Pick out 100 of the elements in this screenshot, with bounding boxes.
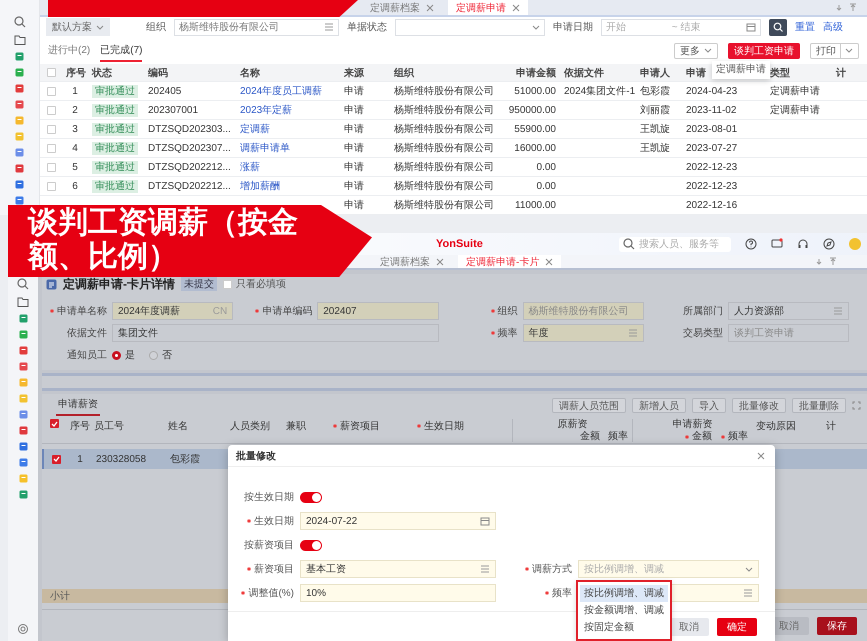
table-cell-text: DTZSQD202212... — [147, 180, 232, 192]
field-label: 依据文件 — [66, 326, 108, 340]
table-cell-text: 2024-04-23 — [685, 86, 738, 96]
status-badge: 审批通过 — [92, 161, 138, 174]
table-cell-text: 6 — [71, 180, 79, 192]
table-cell-text: 杨斯维特股份有限公司 — [393, 122, 494, 136]
table-cell-text: 51000.00 — [513, 86, 557, 96]
table-cell-text: 5 — [71, 162, 79, 172]
table-cell-text: 2022-12-23 — [685, 180, 738, 192]
table-cell-text: 定调薪申请 — [769, 104, 821, 117]
table-cell-text: 申请 — [343, 142, 365, 155]
table-cell-text: 杨斯维特股份有限公司 — [393, 104, 494, 117]
table-cell-text: 刘丽霞 — [639, 104, 671, 117]
field-label: 按生效日期 — [243, 490, 295, 504]
column-header: 计 — [826, 420, 836, 433]
field-label: 申请单编码 — [247, 304, 318, 318]
column-header: 序号 — [66, 68, 86, 78]
table-cell-text: 2023-08-01 — [685, 124, 738, 134]
logo: YonSuite — [436, 238, 483, 250]
table-cell-text: 11000.00 — [514, 200, 557, 210]
column-header: 来源 — [344, 68, 364, 78]
column-header: 编码 — [148, 68, 168, 78]
table-cell-text: DTZSQD202303... — [147, 124, 232, 134]
status-badge: 审批通过 — [92, 123, 138, 136]
table-cell-text: 2 — [71, 104, 79, 116]
field-label: 单据状态 — [347, 20, 387, 34]
status-badge: 审批通过 — [92, 180, 138, 193]
table-cell: 1 — [77, 454, 83, 464]
table-cell-text: 1 — [71, 86, 79, 96]
table-cell-text: 王凯旋 — [639, 122, 671, 136]
field-label: 按薪资项目 — [243, 538, 295, 552]
column-header: 申请金额 — [516, 68, 556, 78]
table-cell-text: 申请 — [343, 198, 365, 212]
table-cell-text: 55900.00 — [513, 124, 557, 134]
table-cell-text: 申请 — [343, 122, 365, 136]
table-cell-text: 王凯旋 — [639, 142, 671, 155]
table-cell-text: 3 — [71, 124, 79, 134]
table-cell-text: 0.00 — [536, 162, 557, 172]
table-cell-text: 2022-12-23 — [685, 162, 738, 172]
column-header: 依据文件 — [564, 68, 604, 78]
column-header: 频率 — [720, 431, 748, 442]
column-header: 申请人 — [640, 68, 670, 78]
table-cell-text: 202307001 — [147, 104, 200, 116]
table-cell-text: 0.00 — [536, 180, 557, 192]
column-header: 金额 — [580, 431, 600, 442]
table-cell-text: 2024集团文件-1 — [563, 84, 636, 98]
table-cell-text: 申请 — [343, 104, 365, 117]
column-header: 变动原因 — [756, 420, 796, 433]
status-badge: 审批通过 — [92, 85, 138, 98]
field-label: 薪资项目 — [228, 562, 300, 576]
column-header: 薪资项目 — [332, 419, 380, 433]
table-cell-text: 4 — [71, 142, 79, 154]
table-cell: 230328058 — [96, 454, 146, 464]
status-badge: 审批通过 — [92, 142, 138, 155]
banner-title: 谈判工资调薪（按金额、比例） — [28, 206, 299, 274]
table-cell-text: 950000.00 — [508, 104, 557, 116]
field-label: 生效日期 — [228, 514, 300, 528]
field-label: 组织 — [146, 21, 166, 34]
field-label: 频率 — [452, 326, 522, 340]
column-header: 频率 — [608, 431, 628, 442]
field-label: 调整值(%) — [228, 586, 300, 600]
table-cell-text: 申请 — [343, 160, 365, 174]
column-header: 组织 — [394, 68, 414, 78]
field-label: 组织 — [452, 304, 522, 318]
field-label: 所属部门 — [682, 304, 724, 318]
column-header: 生效日期 — [416, 419, 464, 433]
column-header: 状态 — [92, 68, 112, 78]
field-label: 申请单名称 — [42, 304, 112, 318]
page-title: 定调薪申请-卡片详情 — [63, 276, 175, 292]
column-header: 原薪资 — [558, 419, 588, 431]
column-header: 名称 — [240, 68, 260, 78]
table-cell-text: DTZSQD202212... — [147, 162, 232, 172]
field-label: 通知员工 — [66, 348, 108, 362]
field-label: 频率 — [496, 586, 578, 600]
column-header: 员工号 — [94, 420, 124, 433]
column-header: 人员类别 — [230, 420, 270, 433]
table-cell-text: 杨斯维特股份有限公司 — [393, 142, 494, 155]
field-label: 调薪方式 — [496, 562, 578, 576]
status-badge: 未提交 — [181, 277, 217, 291]
column-header: 计 — [836, 68, 846, 78]
table-cell-text: DTZSQD202307... — [147, 142, 232, 154]
table-cell-text: 202405 — [147, 86, 182, 96]
table-cell-text: 杨斯维特股份有限公司 — [393, 84, 494, 98]
column-header: 兼职 — [286, 420, 306, 433]
table-cell-text: 申请 — [343, 180, 365, 193]
column-header: 申请 — [686, 68, 706, 78]
dialog-title: 批量修改 — [236, 450, 276, 462]
subtotal-label: 小计 — [49, 590, 70, 603]
table-cell-text: 定调薪申请 — [769, 84, 821, 98]
field-label: 交易类型 — [682, 326, 724, 340]
status-badge: 审批通过 — [92, 104, 138, 117]
field-label: 申请日期 — [553, 20, 593, 34]
table-cell-text: 杨斯维特股份有限公司 — [393, 160, 494, 174]
column-header: 姓名 — [168, 420, 188, 433]
table-cell-text: 包彩霞 — [639, 85, 671, 98]
table-cell-text: 杨斯维特股份有限公司 — [393, 198, 494, 212]
table-cell-text: 申请 — [343, 84, 365, 98]
table-cell-text: 2022-12-16 — [685, 200, 738, 210]
column-header: 申请薪资 — [672, 419, 712, 430]
table-cell-text: 16000.00 — [513, 142, 557, 154]
